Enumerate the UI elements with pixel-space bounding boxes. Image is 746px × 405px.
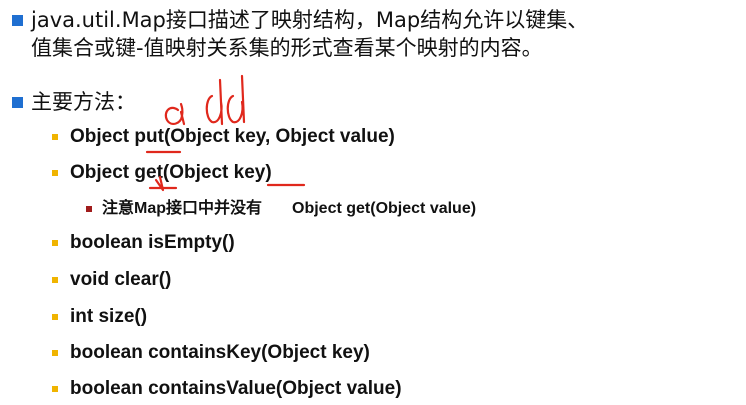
square-bullet-icon xyxy=(12,97,23,108)
handwritten-d-stroke xyxy=(205,78,224,126)
note-item: 注意Map接口中并没有 Object get(Object value) xyxy=(86,198,476,220)
note-code: Object get(Object value) xyxy=(292,200,477,217)
note-text: 注意Map接口中并没有 xyxy=(102,200,263,217)
square-bullet-icon xyxy=(52,314,58,320)
method-text: Object put(Object key, Object value) xyxy=(70,126,395,147)
intro-line-2: 值集合或键-值映射关系集的形式查看某个映射的内容。 xyxy=(31,36,543,60)
method-text: void clear() xyxy=(70,269,172,290)
method-item: Object put(Object key, Object value) xyxy=(52,125,395,149)
intro-text: java.util.Map接口描述了映射结构，Map结构允许以键集、 值集合或键… xyxy=(31,6,588,62)
square-bullet-icon xyxy=(52,134,58,140)
square-bullet-icon xyxy=(52,386,58,392)
method-text: Object get(Object key) xyxy=(70,162,272,183)
square-bullet-icon xyxy=(86,206,92,212)
method-item: int size() xyxy=(52,305,147,329)
square-bullet-icon xyxy=(12,15,23,26)
slide: java.util.Map接口描述了映射结构，Map结构允许以键集、 值集合或键… xyxy=(0,0,746,405)
section-title: 主要方法： xyxy=(31,90,136,114)
square-bullet-icon xyxy=(52,240,58,246)
intro-line-1: java.util.Map接口描述了映射结构，Map结构允许以键集、 xyxy=(31,8,589,32)
method-item: Object get(Object key) xyxy=(52,161,272,185)
method-text: boolean isEmpty() xyxy=(70,232,235,253)
section-bullet: 主要方法： xyxy=(12,88,136,116)
method-item: void clear() xyxy=(52,268,171,292)
handwritten-a-stroke xyxy=(164,102,186,126)
handwritten-d-stroke xyxy=(226,74,246,124)
square-bullet-icon xyxy=(52,277,58,283)
method-item: boolean isEmpty() xyxy=(52,231,235,255)
method-text: int size() xyxy=(70,306,148,327)
method-text: boolean containsKey(Object key) xyxy=(70,342,370,363)
square-bullet-icon xyxy=(52,170,58,176)
method-text: boolean containsValue(Object value) xyxy=(70,378,402,399)
method-item: boolean containsKey(Object key) xyxy=(52,341,370,365)
intro-bullet: java.util.Map接口描述了映射结构，Map结构允许以键集、 值集合或键… xyxy=(12,6,588,62)
method-item: boolean containsValue(Object value) xyxy=(52,377,402,401)
square-bullet-icon xyxy=(52,350,58,356)
